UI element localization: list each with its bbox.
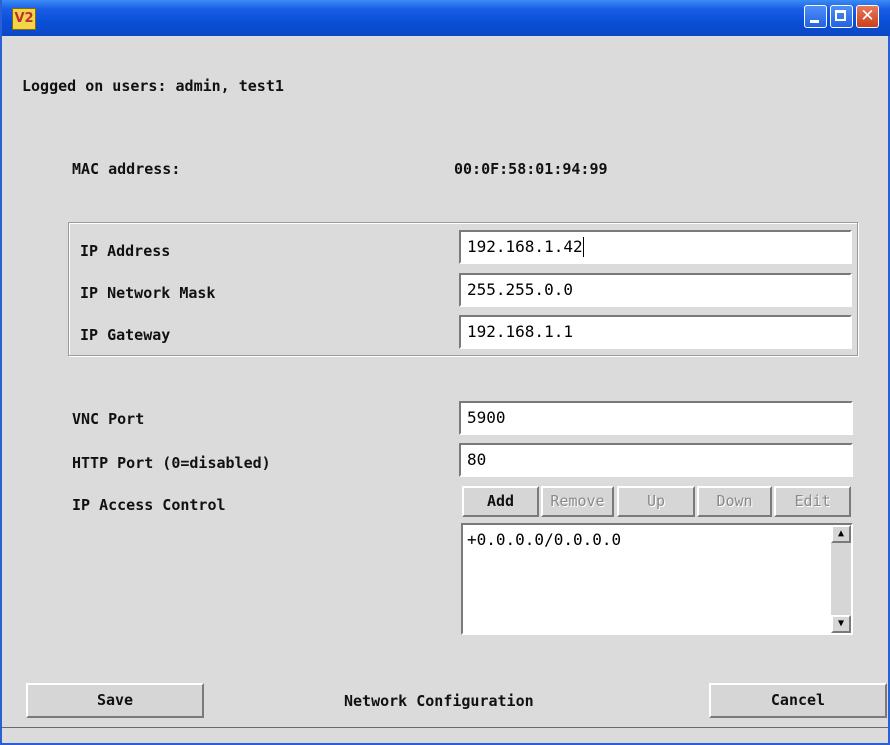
minimize-button[interactable]	[804, 5, 827, 28]
maximize-icon	[835, 10, 846, 21]
ip-network-mask-value: 255.255.0.0	[467, 280, 573, 299]
cancel-button[interactable]: Cancel	[709, 683, 887, 718]
ip-access-list[interactable]: +0.0.0.0/0.0.0.0 ▲ ▼	[461, 523, 853, 635]
logged-on-users-text: Logged on users: admin, test1	[22, 77, 284, 95]
vnc-port-field[interactable]: 5900	[459, 401, 853, 435]
mac-address-label: MAC address:	[72, 160, 181, 178]
up-button[interactable]: Up	[617, 486, 695, 517]
http-port-label: HTTP Port (0=disabled)	[72, 454, 271, 472]
vnc-port-label: VNC Port	[72, 410, 145, 428]
ip-gateway-value: 192.168.1.1	[467, 322, 573, 341]
ip-access-control-label: IP Access Control	[72, 496, 226, 514]
ip-address-field[interactable]: 192.168.1.42	[459, 230, 852, 264]
app-logo-icon: V2	[12, 8, 36, 30]
close-icon: ✕	[860, 6, 875, 26]
ip-gateway-field[interactable]: 192.168.1.1	[459, 315, 852, 349]
list-scrollbar[interactable]: ▲ ▼	[831, 525, 851, 633]
down-button[interactable]: Down	[697, 486, 772, 517]
minimize-icon	[810, 20, 819, 23]
save-button[interactable]: Save	[26, 683, 204, 718]
bottom-divider	[2, 727, 888, 728]
scroll-up-icon[interactable]: ▲	[831, 525, 851, 543]
add-button[interactable]: Add	[462, 486, 539, 517]
close-button[interactable]: ✕	[856, 5, 879, 28]
ip-address-value: 192.168.1.42	[467, 237, 583, 256]
text-cursor	[582, 237, 584, 257]
mac-address-value: 00:0F:58:01:94:99	[454, 160, 608, 178]
ip-address-label: IP Address	[80, 242, 171, 260]
http-port-field[interactable]: 80	[459, 443, 853, 477]
dialog-title: Network Configuration	[344, 692, 534, 710]
list-item[interactable]: +0.0.0.0/0.0.0.0	[467, 530, 621, 549]
ip-network-mask-field[interactable]: 255.255.0.0	[459, 273, 852, 307]
http-port-value: 80	[467, 450, 487, 469]
edit-button[interactable]: Edit	[774, 486, 851, 517]
network-configuration-window: V2 ✕ Logged on users: admin, test1 MAC a…	[0, 0, 890, 745]
ip-network-mask-label: IP Network Mask	[80, 284, 216, 302]
title-bar[interactable]: V2 ✕	[2, 0, 890, 36]
vnc-port-value: 5900	[467, 408, 506, 427]
scroll-down-icon[interactable]: ▼	[831, 615, 851, 633]
remove-button[interactable]: Remove	[541, 486, 614, 517]
maximize-button[interactable]	[830, 5, 853, 28]
ip-gateway-label: IP Gateway	[80, 326, 171, 344]
